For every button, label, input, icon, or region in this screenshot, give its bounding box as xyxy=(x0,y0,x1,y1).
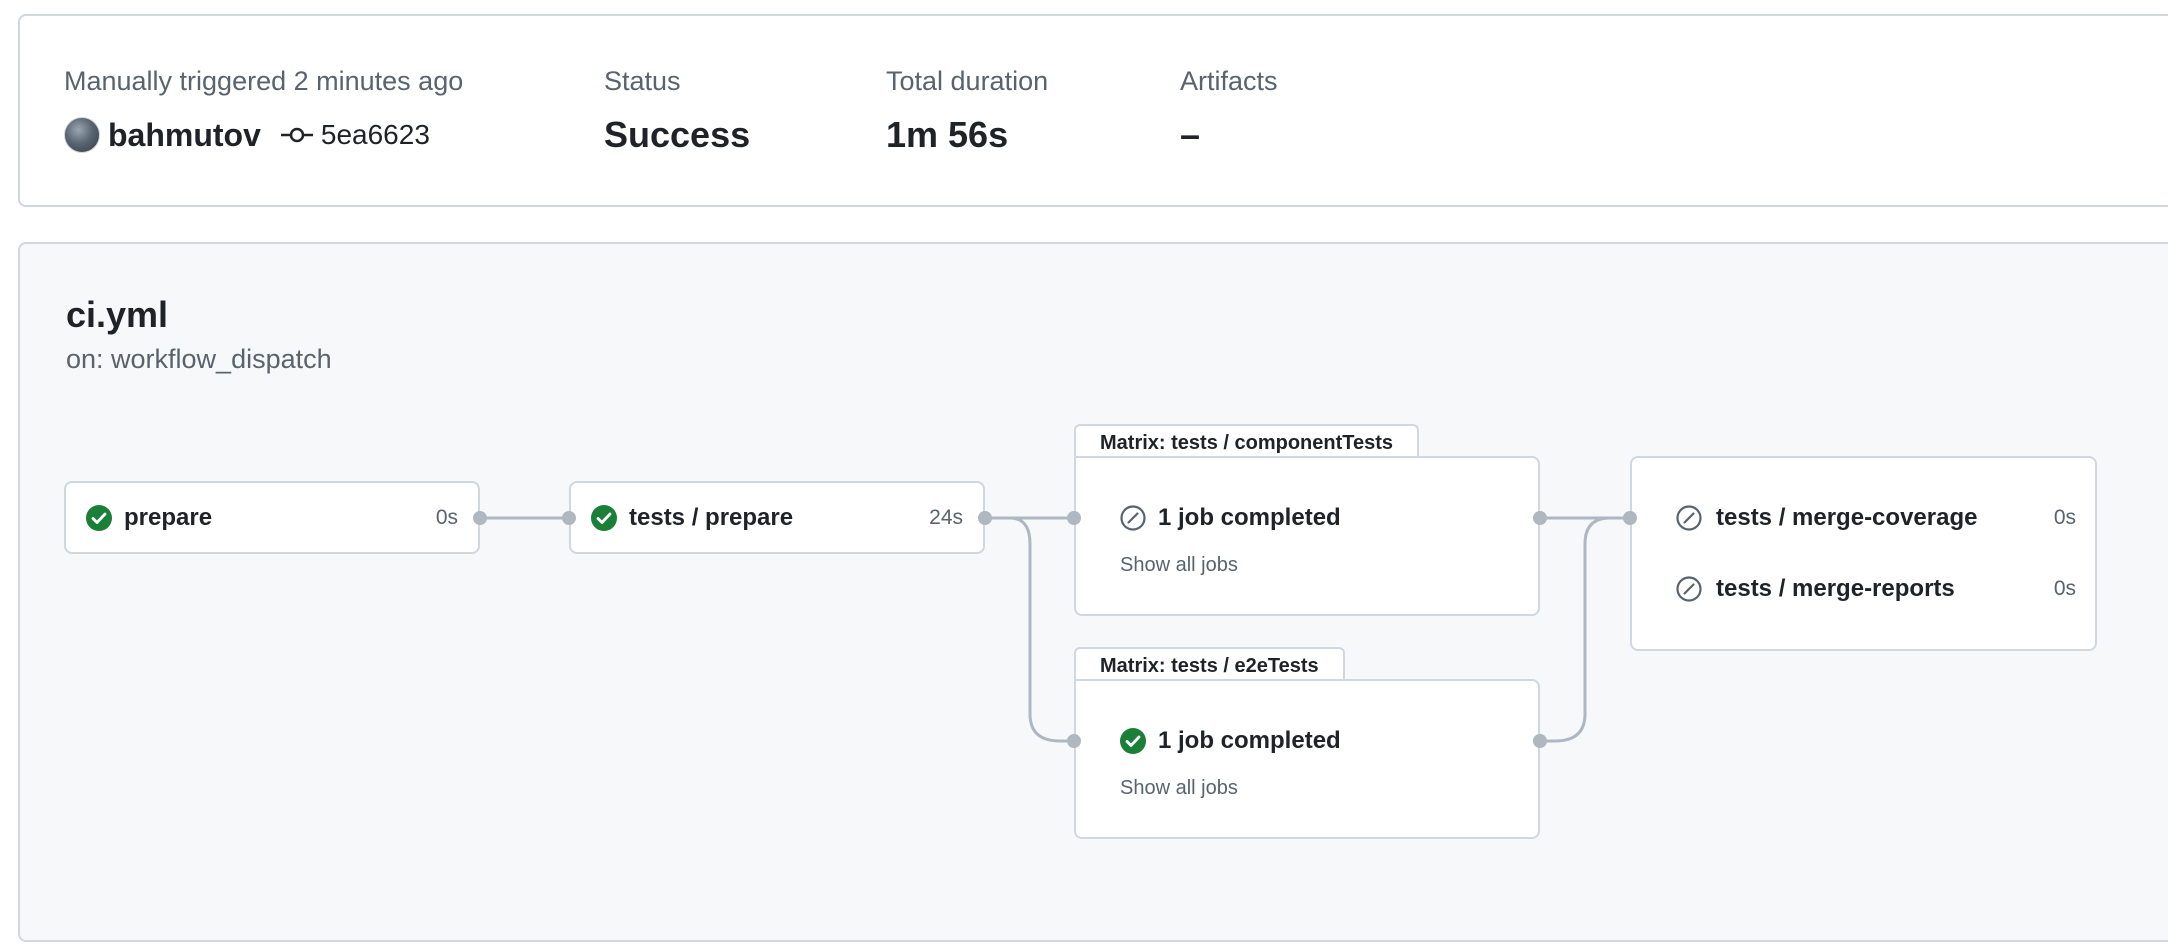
job-name: prepare xyxy=(124,503,213,531)
artifacts-label: Artifacts xyxy=(1180,66,1278,96)
workflow-trigger: on: workflow_dispatch xyxy=(66,344,332,374)
skipped-icon xyxy=(1120,505,1146,531)
matrix-e2etests-tab: Matrix: tests / e2eTests xyxy=(1074,647,1345,681)
show-all-jobs-link[interactable]: Show all jobs xyxy=(1120,777,1238,800)
status-column: Status Success xyxy=(604,64,750,158)
job-output-node xyxy=(978,511,992,525)
skipped-icon xyxy=(1676,576,1702,602)
actor-link[interactable]: bahmutov xyxy=(108,117,261,154)
job-duration: 0s xyxy=(2053,577,2076,600)
job-output-node xyxy=(1533,734,1547,748)
workflow-graph-panel: ci.yml on: workflow_dispatch prepare 0s … xyxy=(18,242,2168,942)
skipped-icon xyxy=(1676,505,1702,531)
trigger-column: Manually triggered 2 minutes ago bahmuto… xyxy=(64,64,463,158)
artifacts-column: Artifacts – xyxy=(1180,64,1278,158)
job-tests-prepare[interactable]: tests / prepare 24s xyxy=(569,481,985,554)
job-merge-coverage[interactable]: tests / merge-coverage 0s xyxy=(1676,504,2076,532)
status-value: Success xyxy=(604,114,751,155)
trigger-label: Manually triggered 2 minutes ago xyxy=(64,66,464,96)
matrix-componenttests-tab: Matrix: tests / componentTests xyxy=(1074,424,1420,458)
actor-row: bahmutov 5ea6623 xyxy=(64,112,463,158)
job-duration: 0s xyxy=(2053,506,2076,529)
matrix-e2etests-card[interactable]: 1 job completed Show all jobs xyxy=(1074,679,1540,839)
matrix-summary-row: 1 job completed xyxy=(1120,504,1341,532)
duration-column: Total duration 1m 56s xyxy=(886,64,1048,158)
success-check-icon xyxy=(1120,728,1146,754)
commit-sha-link[interactable]: 5ea6623 xyxy=(321,119,430,151)
job-merge-reports[interactable]: tests / merge-reports 0s xyxy=(1676,575,2076,603)
job-duration: 24s xyxy=(929,505,963,529)
duration-value: 1m 56s xyxy=(886,114,1009,155)
job-name: tests / merge-coverage xyxy=(1716,504,1978,531)
job-name: tests / merge-reports xyxy=(1716,575,1955,602)
merge-jobs-group: tests / merge-coverage 0s tests / merge-… xyxy=(1630,456,2097,651)
job-input-node xyxy=(562,511,576,525)
show-all-jobs-link[interactable]: Show all jobs xyxy=(1120,554,1238,577)
job-input-node xyxy=(1623,511,1637,525)
run-summary-panel: Manually triggered 2 minutes ago bahmuto… xyxy=(18,14,2168,207)
job-input-node xyxy=(1067,734,1081,748)
matrix-summary: 1 job completed xyxy=(1158,504,1341,531)
actor-avatar[interactable] xyxy=(64,117,100,153)
matrix-componenttests-card[interactable]: 1 job completed Show all jobs xyxy=(1074,456,1540,616)
matrix-summary: 1 job completed xyxy=(1158,727,1341,754)
job-input-node xyxy=(1067,511,1081,525)
job-output-node xyxy=(473,511,487,525)
artifacts-value: – xyxy=(1180,114,1201,155)
job-output-node xyxy=(1533,511,1547,525)
matrix-summary-row: 1 job completed xyxy=(1120,727,1341,755)
job-prepare[interactable]: prepare 0s xyxy=(64,481,480,554)
workflow-file-title[interactable]: ci.yml xyxy=(66,294,168,336)
job-name: tests / prepare xyxy=(629,503,794,531)
duration-label: Total duration xyxy=(886,66,1049,96)
commit-icon xyxy=(280,127,313,143)
status-label: Status xyxy=(604,66,681,96)
success-check-icon xyxy=(86,504,112,531)
success-check-icon xyxy=(591,504,617,531)
job-duration: 0s xyxy=(435,505,458,529)
